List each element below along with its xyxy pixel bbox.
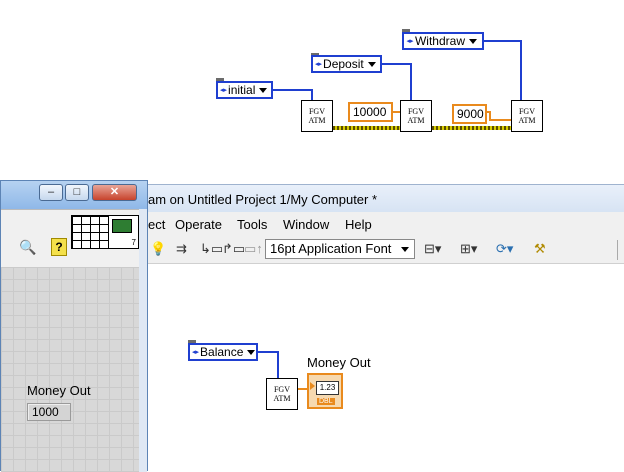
connector-count: 7 [131,238,136,247]
toolbar-divider [617,240,618,260]
enum-value: Balance [200,345,244,359]
cleanup-diagram-icon[interactable]: ⚒ [534,241,546,259]
vertical-scrollbar[interactable] [139,209,147,472]
enum-value: Withdraw [414,34,465,48]
wire [489,119,511,121]
wire [520,40,522,101]
step-into-icon[interactable]: ↳▭ [200,241,223,259]
menu-tools[interactable]: Tools [237,217,267,232]
money-out-label: Money Out [307,355,371,370]
minimize-button[interactable]: – [39,184,63,201]
increment-icon: ◂▸ [192,349,200,356]
money-out-numeric-indicator: 1000 [27,403,71,421]
align-objects-icon[interactable]: ⊟▾ [424,241,441,259]
reorder-icon[interactable]: ⟳▾ [496,241,513,259]
numeric-glyph: 1.23 [316,381,339,395]
font-selector-value: 16pt Application Font [270,241,392,256]
close-button[interactable]: ✕ [92,184,137,201]
font-selector[interactable]: 16pt Application Font [265,239,415,259]
input-arrow-icon [310,382,315,390]
maximize-button[interactable]: □ [65,184,89,201]
wire [258,351,279,353]
vi-icon[interactable]: 7 [108,215,139,249]
fgv-atm-subvi[interactable]: FGV ATM [400,100,432,132]
subvi-label: ATM [518,116,536,125]
increment-icon: ◂▸ [220,87,228,94]
connector-pane[interactable] [71,215,109,249]
front-panel-toolbar: 🔍 ? 7 [1,209,139,267]
subvi-label: ATM [308,116,326,125]
withdraw-amount-constant[interactable]: 9000 [452,104,487,124]
fgv-atm-subvi[interactable]: FGV ATM [301,100,333,132]
context-help-icon[interactable]: ? [51,238,67,256]
search-icon[interactable]: 🔍 [19,239,36,256]
wire [277,351,279,379]
money-out-indicator-terminal[interactable]: 1.23 DBL [307,373,343,409]
increment-icon: ◂▸ [406,38,414,45]
subvi-label: ATM [407,116,425,125]
window-title: am on Untitled Project 1/My Computer * [148,192,378,207]
deposit-enum-constant[interactable]: ◂▸ Deposit [311,55,382,73]
menu-project[interactable]: ect [148,217,165,232]
step-over-icon[interactable]: ↱▭ [222,241,245,259]
front-panel-canvas: Money Out 1000 [1,267,139,472]
highlight-execution-icon[interactable]: 💡 [150,241,166,259]
menu-window[interactable]: Window [283,217,329,232]
wire [410,63,412,101]
chevron-down-icon [367,61,376,67]
wire [273,89,312,91]
subvi-label: FGV [308,107,325,116]
deposit-amount-constant[interactable]: 10000 [348,102,393,122]
fgv-atm-subvi[interactable]: FGV ATM [266,378,298,410]
step-out-icon[interactable]: ▭↑ [244,241,263,259]
chevron-down-icon [247,349,256,355]
front-panel-window: – □ ✕ 🔍 ? 7 Money Out 1000 [0,180,148,472]
enum-value: initial [228,83,256,97]
front-panel-title-bar[interactable]: – □ ✕ [1,181,147,209]
increment-icon: ◂▸ [315,61,323,68]
wire [382,63,411,65]
withdraw-enum-constant[interactable]: ◂▸ Withdraw [402,32,484,50]
subvi-label: FGV [518,107,535,116]
chevron-down-icon [469,38,477,44]
subvi-label: FGV [273,385,290,394]
menu-help[interactable]: Help [345,217,372,232]
error-wire [333,126,400,130]
subvi-label: ATM [273,394,291,403]
money-out-label: Money Out [27,383,91,398]
enum-value: Deposit [323,57,364,71]
menu-operate[interactable]: Operate [175,217,222,232]
chevron-down-icon [259,87,268,93]
retain-wire-values-icon[interactable]: ⇉ [176,241,187,259]
distribute-objects-icon[interactable]: ⊞▾ [460,241,477,259]
subvi-label: FGV [407,107,424,116]
balance-enum-constant[interactable]: ◂▸ Balance [188,343,258,361]
chevron-down-icon [401,247,409,252]
vi-icon-graphic [112,219,132,233]
datatype-label: DBL [317,398,335,405]
wire [484,40,521,42]
error-wire [432,126,511,130]
fgv-atm-subvi[interactable]: FGV ATM [511,100,543,132]
initial-enum-constant[interactable]: ◂▸ initial [216,81,273,99]
divider [1,209,139,210]
